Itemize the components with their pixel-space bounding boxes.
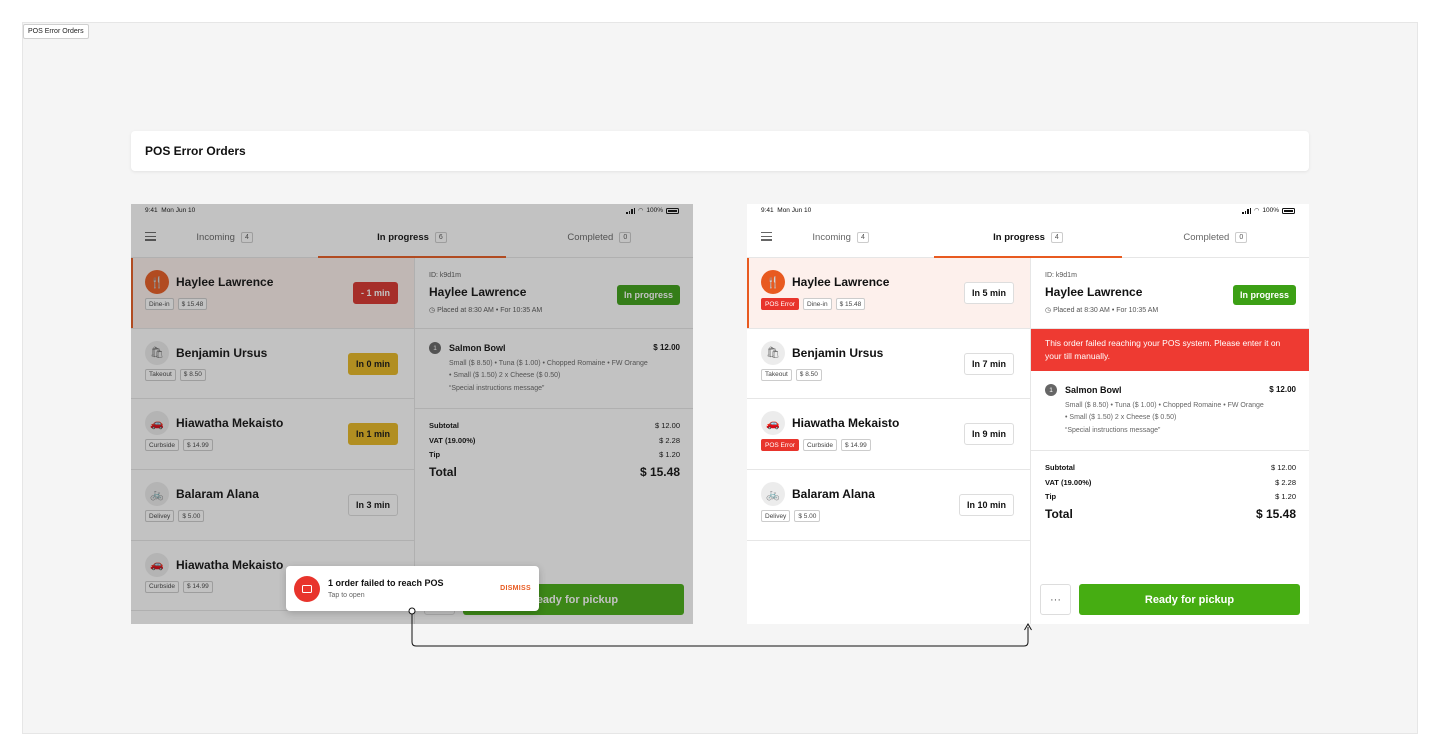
- flow-arrow: [408, 607, 1032, 647]
